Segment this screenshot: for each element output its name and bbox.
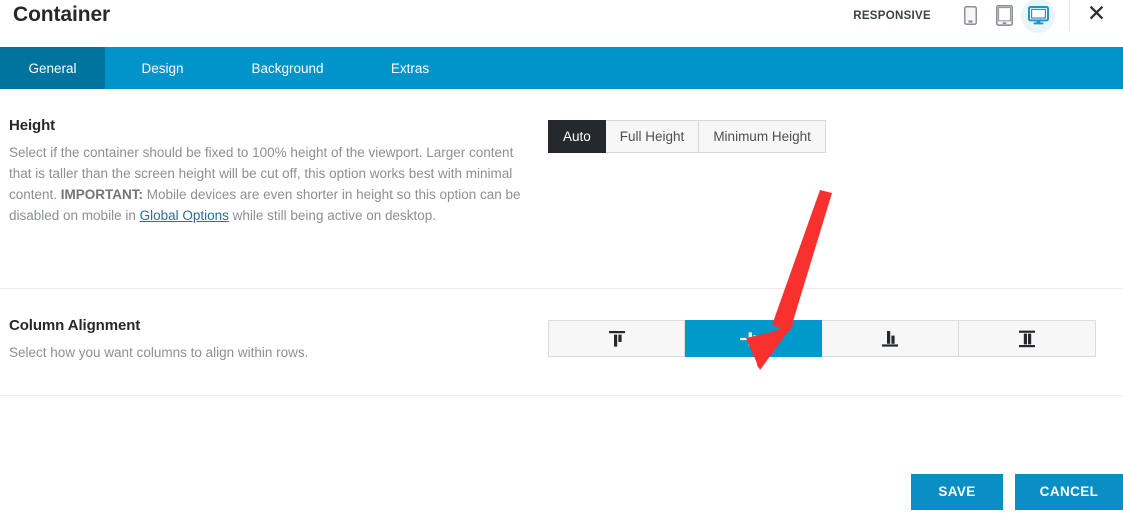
tab-design[interactable]: Design: [105, 47, 220, 89]
field-row-height: Height Select if the container should be…: [0, 89, 1123, 289]
height-desc-part3: while still being active on desktop.: [228, 208, 437, 223]
align-bottom-button[interactable]: [822, 320, 959, 357]
height-field-title: Height: [9, 117, 56, 134]
desktop-icon[interactable]: [1021, 0, 1055, 33]
tab-bar: General Design Background Extras: [0, 47, 1123, 99]
alignment-button-group: [548, 320, 1123, 357]
close-icon: ✕: [1086, 1, 1107, 27]
field-row-column-alignment: Column Alignment Select how you want col…: [0, 289, 1123, 396]
height-option-auto[interactable]: Auto: [548, 120, 606, 153]
page-title: Container: [13, 3, 111, 26]
phone-icon[interactable]: [953, 0, 987, 33]
tab-background[interactable]: Background: [220, 47, 355, 89]
height-option-full-height[interactable]: Full Height: [605, 120, 700, 153]
phone-icon-glyph: [963, 6, 977, 25]
tab-general-label: General: [28, 60, 77, 76]
responsive-label: RESPONSIVE: [853, 9, 931, 22]
height-option-auto-label: Auto: [563, 129, 591, 144]
settings-content: Height Select if the container should be…: [0, 89, 1123, 396]
responsive-switcher: RESPONSIVE: [853, 0, 1070, 33]
cancel-button[interactable]: CANCEL: [1015, 473, 1123, 510]
alignment-field-description: Select how you want columns to align wit…: [9, 345, 309, 360]
tab-background-label: Background: [251, 60, 324, 76]
align-middle-button[interactable]: [685, 320, 822, 357]
height-field-info: Height Select if the container should be…: [0, 117, 548, 258]
align-stretch-icon: [1019, 330, 1035, 347]
align-top-button[interactable]: [548, 320, 685, 357]
height-desc-important: IMPORTANT:: [60, 187, 144, 202]
height-option-minimum-height-label: Minimum Height: [713, 129, 811, 144]
global-options-link[interactable]: Global Options: [140, 208, 229, 223]
header-right-controls: RESPONSIVE ✕: [853, 0, 1123, 47]
close-button[interactable]: ✕: [1070, 0, 1123, 47]
align-middle-icon: [740, 331, 766, 346]
tab-general[interactable]: General: [0, 47, 105, 89]
tab-extras-label: Extras: [390, 60, 430, 76]
height-option-minimum-height[interactable]: Minimum Height: [699, 120, 826, 153]
modal-header: Container RESPONSIVE ✕: [0, 0, 1123, 47]
height-button-group: Auto Full Height Minimum Height: [548, 120, 1123, 153]
alignment-field-info: Column Alignment Select how you want col…: [0, 317, 548, 363]
align-top-icon: [608, 330, 625, 347]
alignment-field-title: Column Alignment: [9, 317, 141, 334]
tablet-icon[interactable]: [987, 0, 1021, 33]
align-bottom-icon: [882, 330, 898, 347]
align-stretch-button[interactable]: [959, 320, 1096, 357]
tablet-icon-glyph: [995, 5, 1013, 26]
desktop-icon-glyph: [1027, 6, 1049, 25]
height-field-control: Auto Full Height Minimum Height: [548, 117, 1123, 258]
height-option-full-height-label: Full Height: [619, 129, 685, 144]
height-field-description: Select if the container should be fixed …: [9, 142, 524, 226]
save-button[interactable]: SAVE: [911, 473, 1003, 510]
tab-design-label: Design: [141, 60, 184, 76]
alignment-field-control: [548, 317, 1123, 363]
tab-extras[interactable]: Extras: [355, 47, 465, 89]
modal-footer: SAVE CANCEL: [0, 464, 1123, 519]
